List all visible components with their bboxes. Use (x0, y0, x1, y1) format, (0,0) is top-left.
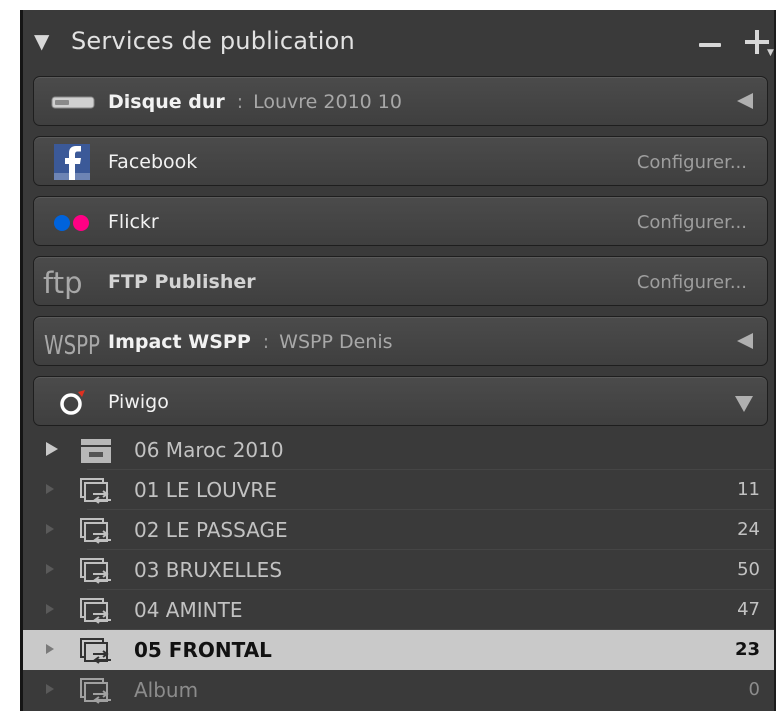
service-name: Piwigo (108, 391, 169, 413)
collection-count: 23 (734, 639, 760, 660)
collection-set-icon (79, 437, 113, 465)
published-collection-icon (79, 637, 113, 665)
hard-drive-icon (42, 83, 104, 121)
service-name: Disque dur: Louvre 2010 10 (108, 91, 402, 113)
service-ftp[interactable]: ftp FTP Publisher Configurer... (33, 256, 768, 306)
service-flickr[interactable]: Flickr Configurer... (33, 196, 768, 246)
triangle-right-icon[interactable] (46, 524, 54, 534)
collection-count: 47 (737, 599, 760, 620)
configure-link[interactable]: Configurer... (637, 271, 747, 295)
service-name: Facebook (108, 151, 198, 173)
published-collection-icon (79, 477, 113, 505)
triangle-right-icon[interactable] (46, 604, 54, 614)
publish-services-panel: ▼ Services de publication ▼ Disque dur: L… (20, 10, 776, 711)
service-piwigo[interactable]: Piwigo (33, 376, 768, 426)
panel-title: Services de publication (71, 27, 355, 55)
collection-row-selected[interactable]: 05 FRONTAL 23 (23, 630, 774, 670)
triangle-right-icon[interactable] (46, 644, 54, 654)
facebook-icon (42, 143, 104, 181)
published-collection-icon (79, 597, 113, 625)
collection-count: 0 (748, 679, 760, 700)
configure-link[interactable]: Configurer... (637, 151, 747, 175)
triangle-right-icon[interactable] (46, 564, 54, 574)
published-collection-icon (79, 557, 113, 585)
collection-label: 02 LE PASSAGE (134, 518, 288, 542)
minus-icon[interactable] (699, 43, 721, 47)
service-name: Impact WSPP: WSPP Denis (108, 331, 393, 353)
triangle-right-icon[interactable] (46, 684, 54, 694)
expand-arrow-icon[interactable] (735, 396, 753, 412)
collection-label: 05 FRONTAL (134, 638, 272, 662)
ftp-icon: ftp (42, 263, 104, 301)
service-facebook[interactable]: Facebook Configurer... (33, 136, 768, 186)
collection-set-row[interactable]: 06 Maroc 2010 (23, 430, 774, 470)
collection-row[interactable]: 01 LE LOUVRE 11 (23, 470, 774, 510)
service-impact-wspp[interactable]: WSPP Impact WSPP: WSPP Denis (33, 316, 768, 366)
chevron-down-icon[interactable]: ▼ (767, 48, 774, 58)
published-collection-icon (79, 677, 113, 705)
collection-row[interactable]: 02 LE PASSAGE 24 (23, 510, 774, 550)
published-collection-icon (79, 517, 113, 545)
collection-count: 50 (737, 559, 760, 580)
disclosure-triangle-down-icon[interactable]: ▼ (34, 30, 49, 52)
collection-row[interactable]: 03 BRUXELLES 50 (23, 550, 774, 590)
flickr-icon (42, 203, 104, 241)
configure-link[interactable]: Configurer... (637, 211, 747, 235)
collection-label: 03 BRUXELLES (134, 558, 283, 582)
service-name: FTP Publisher (108, 271, 256, 293)
collection-count: 24 (737, 519, 760, 540)
collapse-arrow-icon[interactable] (737, 333, 753, 349)
collection-row[interactable]: Album 0 (23, 670, 774, 710)
collection-row[interactable]: 04 AMINTE 47 (23, 590, 774, 630)
panel-header[interactable]: ▼ Services de publication ▼ (23, 10, 774, 72)
collapse-arrow-icon[interactable] (737, 93, 753, 109)
triangle-right-icon[interactable] (46, 484, 54, 494)
collection-label: 06 Maroc 2010 (134, 438, 284, 462)
svg-text:WSPP: WSPP (44, 331, 100, 361)
svg-text:ftp: ftp (43, 266, 82, 300)
service-name: Flickr (108, 211, 159, 233)
collection-label: 04 AMINTE (134, 598, 243, 622)
plus-icon[interactable] (745, 30, 769, 54)
triangle-right-icon[interactable] (46, 442, 58, 456)
collection-count: 11 (737, 479, 760, 500)
service-subtitle: WSPP Denis (279, 331, 393, 353)
service-subtitle: Louvre 2010 10 (253, 91, 402, 113)
collection-label: Album (134, 678, 199, 702)
collection-label: 01 LE LOUVRE (134, 478, 277, 502)
service-hard-drive[interactable]: Disque dur: Louvre 2010 10 (33, 76, 768, 126)
wspp-icon: WSPP (42, 323, 104, 361)
piwigo-icon (42, 383, 104, 421)
